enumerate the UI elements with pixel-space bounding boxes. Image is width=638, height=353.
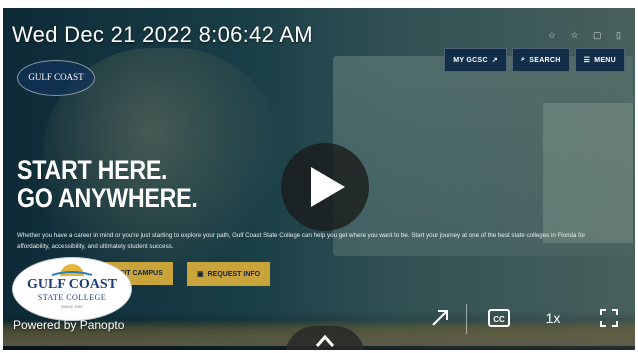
gulf-coast-logo: GULF COAST STATE COLLEGE SINCE 1957 [13, 258, 131, 320]
popout-icon [432, 310, 448, 326]
logo-name: GULF COAST [26, 277, 118, 292]
site-top-nav: MY GCSC ↗ ⌕ SEARCH ☰ MENU [444, 48, 625, 72]
video-player[interactable]: ☆ ☆ ▢ ▯ MY GCSC ↗ ⌕ SEARCH ☰ MENU GULF C… [3, 8, 635, 350]
cc-icon: CC [488, 309, 510, 327]
external-link-icon: ↗ [491, 57, 499, 64]
menu-label: MENU [594, 56, 616, 64]
hero-body-text: Whether you have a career in mind or you… [17, 232, 586, 250]
logo-since: SINCE 1957 [60, 304, 84, 309]
request-info-label: REQUEST INFO [207, 270, 261, 278]
logo-subtitle: STATE COLLEGE [37, 293, 107, 302]
my-gcsc-button: MY GCSC ↗ [444, 48, 508, 72]
menu-icon: ☰ [583, 57, 591, 64]
background-board-right [543, 103, 633, 243]
search-label: SEARCH [529, 56, 561, 64]
fullscreen-icon [600, 309, 618, 327]
menu-button: ☰ MENU [574, 48, 625, 72]
site-logo-text: GULF COAST [28, 72, 84, 82]
sunrise-logo-mark [52, 264, 92, 276]
popout-button[interactable] [428, 306, 452, 330]
controls-divider [466, 304, 467, 334]
chevron-up-icon [315, 334, 335, 347]
search-button: ⌕ SEARCH [512, 48, 570, 72]
my-gcsc-label: MY GCSC [453, 56, 488, 64]
site-logo: GULF COAST [17, 60, 95, 96]
hero-headline-line1: START HERE. [17, 155, 168, 185]
playback-speed-button[interactable]: 1x [540, 306, 566, 330]
hero-headline: START HERE. GO ANYWHERE. [17, 156, 198, 212]
play-button[interactable] [281, 143, 369, 231]
svg-text:CC: CC [493, 315, 505, 324]
powered-by-panopto-link[interactable]: Powered by Panopto [13, 318, 124, 332]
play-icon [311, 167, 345, 207]
fullscreen-button[interactable] [597, 306, 621, 330]
search-icon: ⌕ [521, 56, 526, 63]
datetime-overlay: Wed Dec 21 2022 8:06:42 AM [12, 22, 313, 47]
captions-button[interactable]: CC [486, 306, 512, 330]
hero-headline-line2: GO ANYWHERE. [17, 183, 198, 213]
document-icon: ▣ [197, 271, 204, 278]
request-info-button: ▣ REQUEST INFO [187, 262, 271, 286]
browser-toolbar-icons: ☆ ☆ ▢ ▯ [547, 30, 627, 40]
